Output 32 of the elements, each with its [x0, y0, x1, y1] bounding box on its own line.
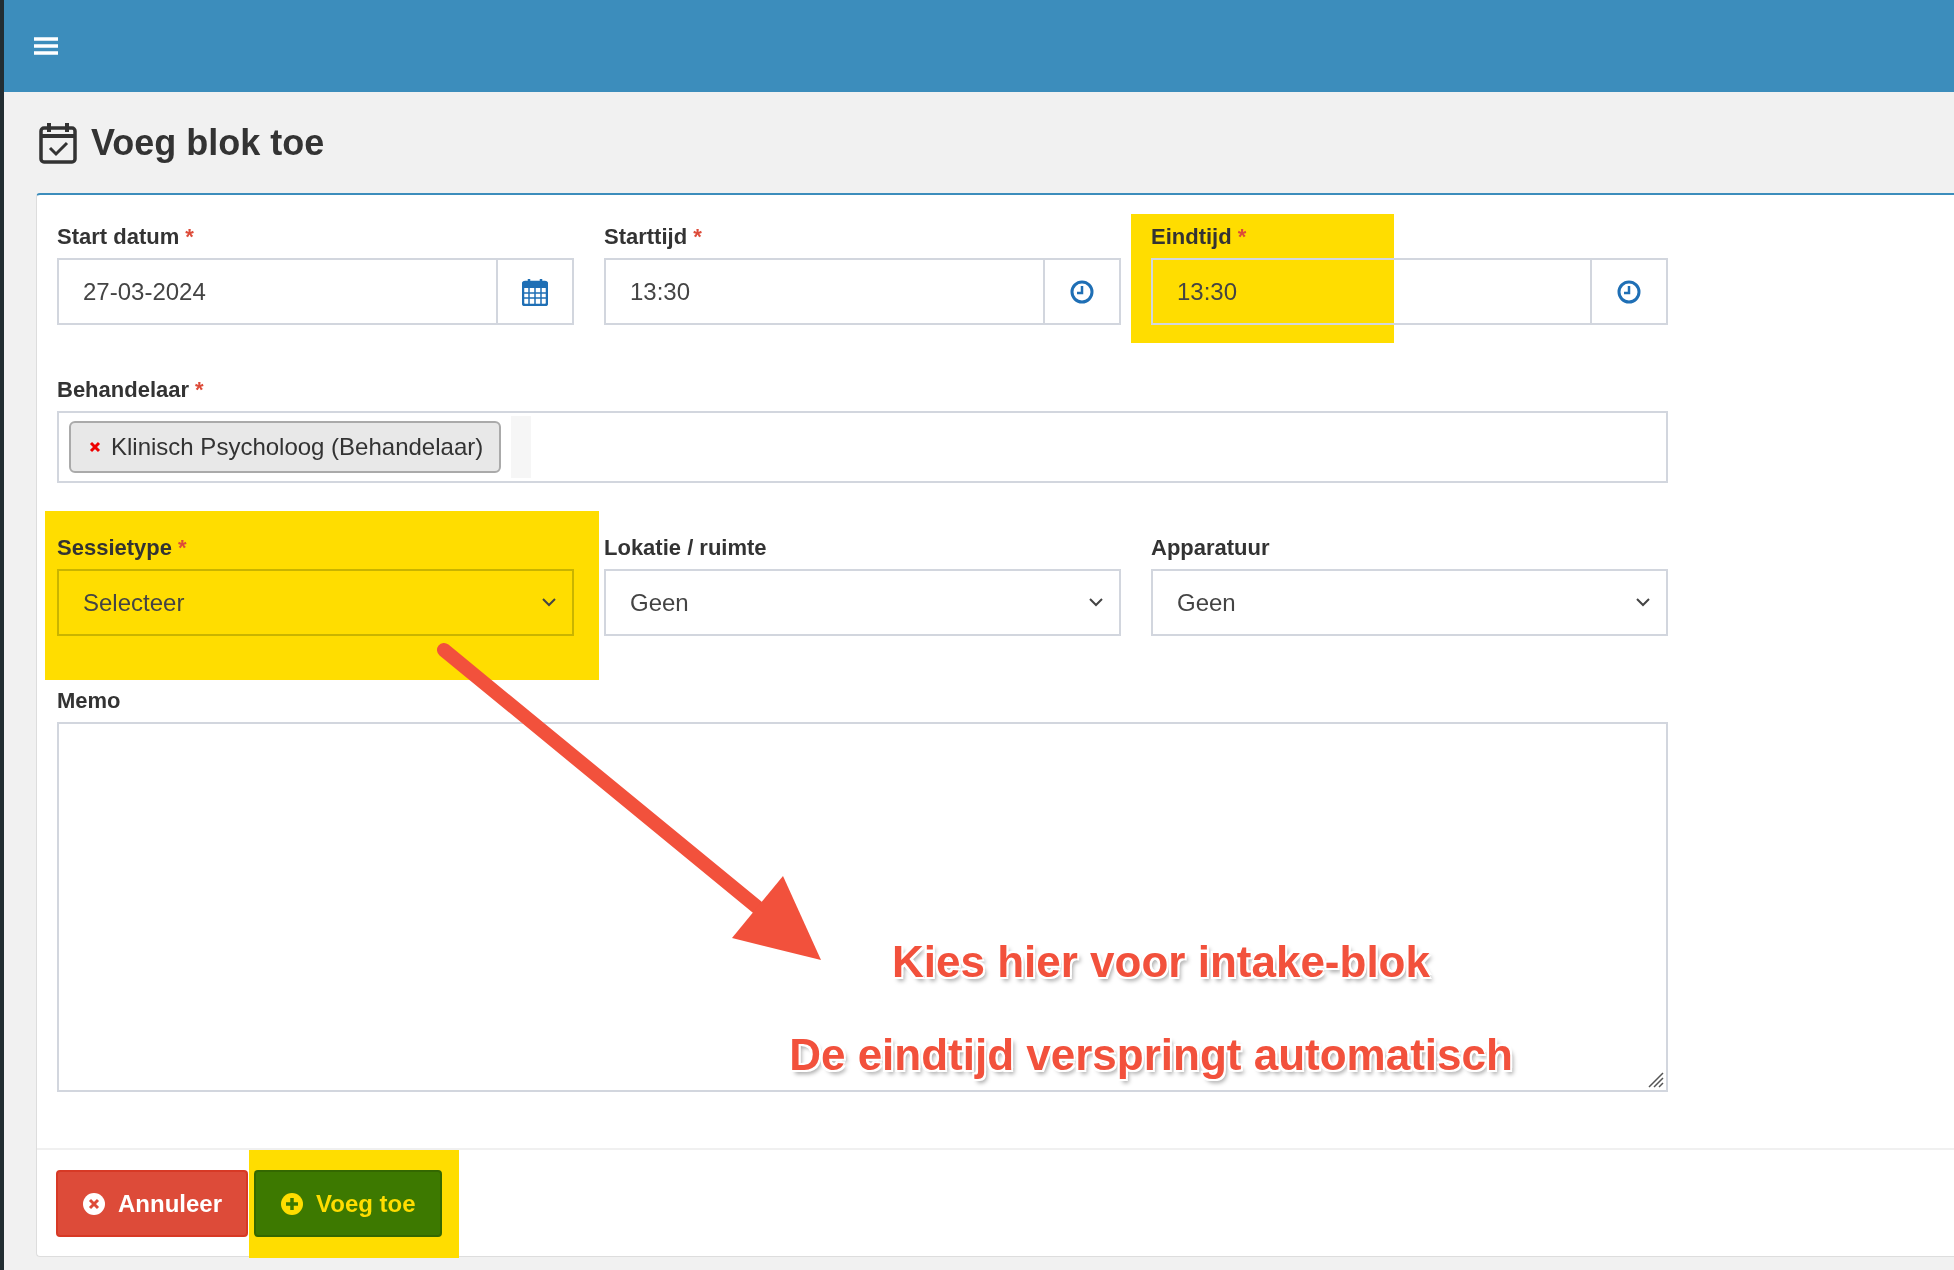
required-mark: *	[693, 223, 702, 251]
remove-icon[interactable]	[89, 441, 101, 453]
close-icon	[82, 1191, 106, 1216]
field-label: Starttijd	[604, 223, 688, 251]
field-label: Behandelaar	[57, 376, 190, 404]
tag-chip[interactable]: Klinisch Psycholoog (Behandelaar)	[69, 421, 502, 473]
annotation-text: De eindtijd verspringt automatisch	[789, 1030, 1513, 1080]
cancel-button[interactable]: Annuleer	[56, 1170, 248, 1237]
annotation-text: Kies hier voor intake-blok	[892, 937, 1430, 987]
field-label: Eindtijd	[1151, 223, 1232, 251]
field-label: Start datum	[57, 223, 180, 251]
field-label: Apparatuur	[1151, 534, 1270, 562]
select-field[interactable]: Geen	[604, 569, 1121, 636]
required-mark: *	[185, 223, 194, 251]
select-field[interactable]: Geen	[1151, 569, 1668, 636]
tag-field[interactable]: Klinisch Psycholoog (Behandelaar)	[57, 411, 1668, 483]
field-label: Memo	[57, 687, 121, 715]
required-mark: *	[195, 376, 204, 404]
page-title: Voeg blok toe	[91, 121, 325, 164]
chevron-down-icon	[542, 598, 556, 607]
field-label: Sessietype	[57, 534, 172, 562]
chevron-down-icon	[1089, 598, 1103, 607]
select-field[interactable]: Selecteer	[57, 569, 574, 636]
required-mark: *	[1237, 223, 1247, 251]
memo-field[interactable]	[57, 722, 1668, 1092]
plus-icon	[280, 1191, 304, 1216]
menu-icon[interactable]	[34, 36, 58, 56]
add-button[interactable]: Voeg toe	[254, 1170, 442, 1237]
field-label: Lokatie / ruimte	[604, 534, 767, 562]
calendar-check-icon	[39, 121, 77, 164]
required-mark: *	[177, 534, 187, 562]
chevron-down-icon	[1636, 598, 1650, 607]
